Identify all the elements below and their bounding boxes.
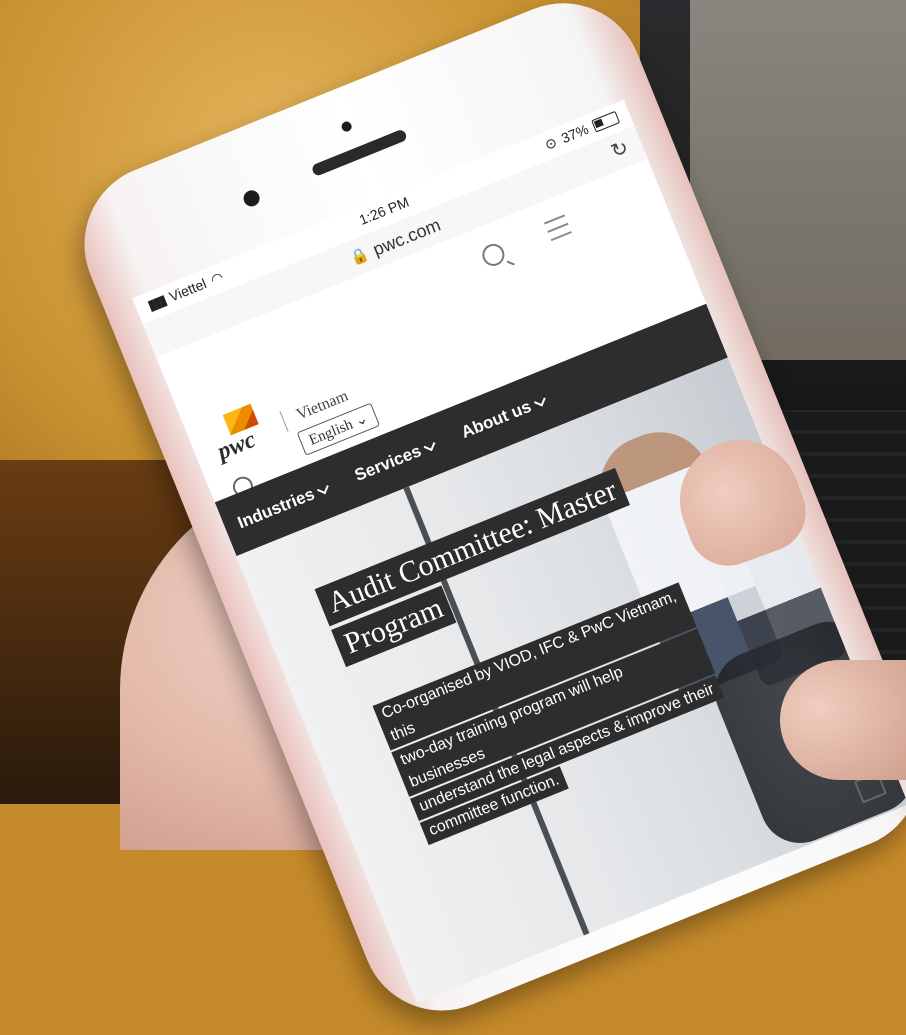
- wifi-icon: ◠: [208, 268, 226, 288]
- signal-icon: ▮▮▮: [145, 291, 168, 313]
- lock-icon: 🔒: [347, 245, 372, 268]
- rotation-lock-icon: ⊙: [542, 133, 560, 153]
- reload-icon[interactable]: ↻: [607, 135, 632, 164]
- nav-item-label: Services: [351, 441, 424, 486]
- chevron-down-icon: [533, 394, 546, 407]
- chevron-down-icon: [423, 438, 436, 451]
- chevron-down-icon: ⌄: [352, 410, 371, 431]
- battery-percent: 37%: [558, 120, 591, 147]
- logo-divider: [279, 411, 289, 432]
- pwc-logo-wordmark: pwc: [213, 426, 260, 466]
- nav-item-services[interactable]: Services: [352, 436, 438, 486]
- nav-item-label: About us: [458, 396, 534, 442]
- finger: [780, 660, 906, 780]
- hamburger-menu-icon[interactable]: [543, 214, 572, 242]
- battery-icon: [590, 110, 620, 133]
- nav-item-label: Industries: [234, 484, 318, 533]
- chevron-down-icon: [317, 481, 329, 494]
- search-icon[interactable]: [479, 240, 508, 270]
- pwc-logo[interactable]: pwc: [206, 400, 278, 466]
